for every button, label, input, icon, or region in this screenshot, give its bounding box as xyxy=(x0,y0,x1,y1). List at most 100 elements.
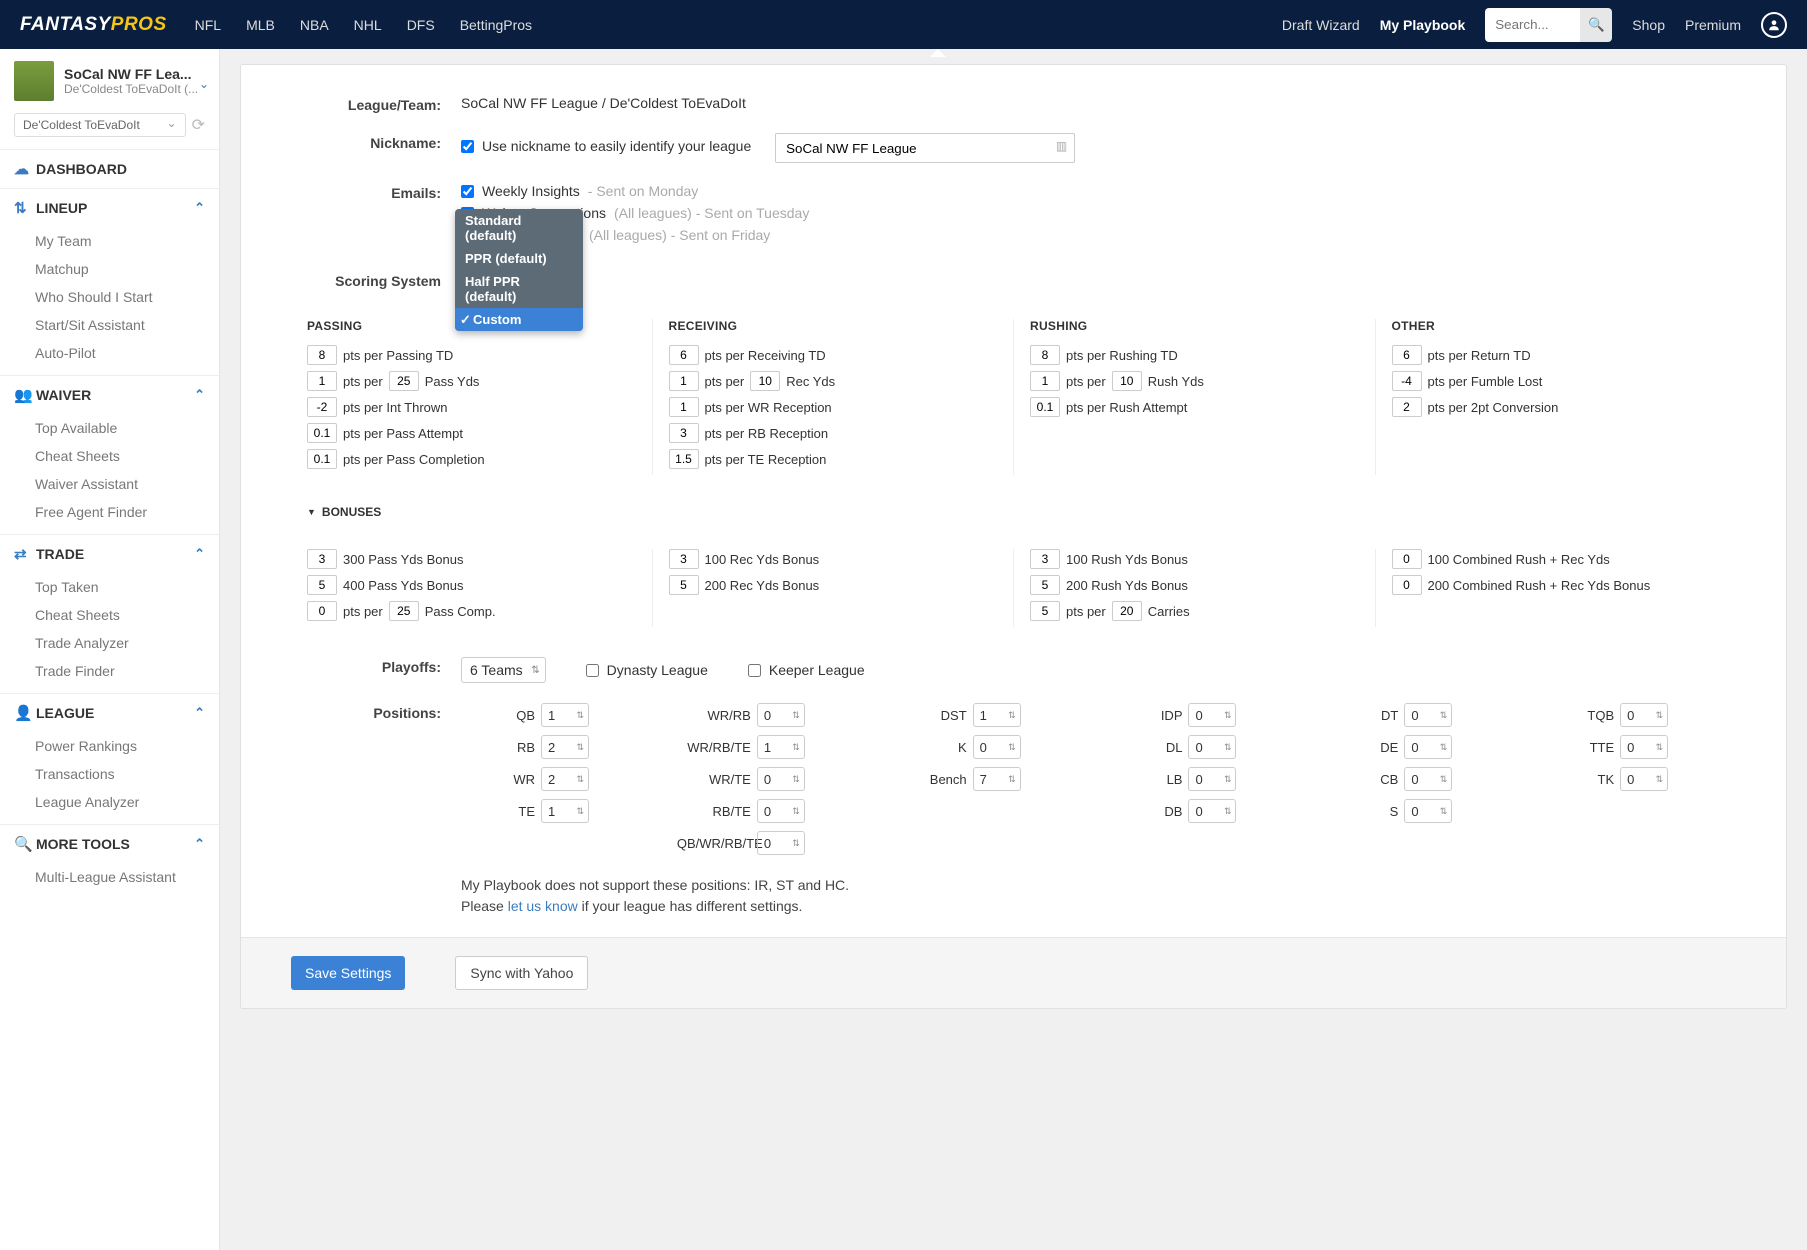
scoring-option-halfppr[interactable]: Half PPR (default) xyxy=(455,270,583,308)
pos-select-s[interactable]: 0 xyxy=(1404,799,1452,823)
team-select[interactable]: De'Coldest ToEvaDoIt xyxy=(14,113,186,137)
sidebar-trade-item-3[interactable]: Trade Finder xyxy=(0,657,219,685)
bonus-input[interactable] xyxy=(307,601,337,621)
scoring-option-standard[interactable]: Standard (default) xyxy=(455,209,583,247)
dynasty-chk[interactable] xyxy=(586,664,599,677)
refresh-icon[interactable]: ⟳ xyxy=(192,115,205,135)
nav-dfs[interactable]: DFS xyxy=(407,17,435,33)
pos-select-rb[interactable]: 2 xyxy=(541,735,589,759)
pos-select-wr-te[interactable]: 0 xyxy=(757,767,805,791)
pos-select-dt[interactable]: 0 xyxy=(1404,703,1452,727)
sidebar-lineup-item-3[interactable]: Start/Sit Assistant xyxy=(0,311,219,339)
sidebar-lineup-item-0[interactable]: My Team xyxy=(0,227,219,255)
pos-select-qb[interactable]: 1 xyxy=(541,703,589,727)
nickname-input[interactable] xyxy=(775,133,1075,163)
score-input[interactable] xyxy=(389,371,419,391)
pos-select-db[interactable]: 0 xyxy=(1188,799,1236,823)
nav-nhl[interactable]: NHL xyxy=(354,17,382,33)
pos-select-wr-rb[interactable]: 0 xyxy=(757,703,805,727)
sidebar-lineup-item-1[interactable]: Matchup xyxy=(0,255,219,283)
bonus-input[interactable] xyxy=(1392,575,1422,595)
score-input[interactable] xyxy=(669,371,699,391)
pos-select-qb-wr-rb-te[interactable]: 0 xyxy=(757,831,805,855)
score-input[interactable] xyxy=(307,345,337,365)
bonus-input[interactable] xyxy=(1030,601,1060,621)
score-input[interactable] xyxy=(307,397,337,417)
logo[interactable]: FANTASYPROS xyxy=(20,14,167,36)
bonus-input[interactable] xyxy=(1030,549,1060,569)
sidebar-lineup-header[interactable]: ⇅ LINEUP ⌃ xyxy=(0,189,219,227)
bonus-input[interactable] xyxy=(669,549,699,569)
nav-premium[interactable]: Premium xyxy=(1685,17,1741,33)
nav-nba[interactable]: NBA xyxy=(300,17,329,33)
search-button[interactable]: 🔍 xyxy=(1580,8,1612,42)
score-input[interactable] xyxy=(669,449,699,469)
score-input[interactable] xyxy=(307,371,337,391)
pos-select-wr[interactable]: 2 xyxy=(541,767,589,791)
pos-select-rb-te[interactable]: 0 xyxy=(757,799,805,823)
pos-select-de[interactable]: 0 xyxy=(1404,735,1452,759)
user-avatar[interactable] xyxy=(1761,12,1787,38)
sync-button[interactable]: Sync with Yahoo xyxy=(455,956,588,990)
keeper-chk[interactable] xyxy=(748,664,761,677)
pos-select-idp[interactable]: 0 xyxy=(1188,703,1236,727)
score-input[interactable] xyxy=(307,423,337,443)
pos-select-tte[interactable]: 0 xyxy=(1620,735,1668,759)
pos-select-k[interactable]: 0 xyxy=(973,735,1021,759)
score-input[interactable] xyxy=(669,423,699,443)
bonus-input[interactable] xyxy=(1392,549,1422,569)
nav-my-playbook[interactable]: My Playbook xyxy=(1380,17,1466,33)
bonus-input[interactable] xyxy=(669,575,699,595)
sidebar-league-item-0[interactable]: Power Rankings xyxy=(0,732,219,760)
score-input[interactable] xyxy=(669,345,699,365)
sidebar-waiver-item-1[interactable]: Cheat Sheets xyxy=(0,442,219,470)
pos-select-dl[interactable]: 0 xyxy=(1188,735,1236,759)
nickname-checkbox[interactable] xyxy=(461,140,474,153)
sidebar-waiver-item-0[interactable]: Top Available xyxy=(0,414,219,442)
bonus-input[interactable] xyxy=(389,601,419,621)
sidebar-dashboard[interactable]: ☁ DASHBOARD xyxy=(0,150,219,188)
playoffs-select[interactable]: 6 Teams xyxy=(461,657,546,683)
scoring-dropdown[interactable]: Standard (default) PPR (default) Half PP… xyxy=(455,209,583,331)
bonus-input[interactable] xyxy=(1112,601,1142,621)
pos-select-lb[interactable]: 0 xyxy=(1188,767,1236,791)
pos-select-tk[interactable]: 0 xyxy=(1620,767,1668,791)
sidebar-trade-item-1[interactable]: Cheat Sheets xyxy=(0,601,219,629)
score-input[interactable] xyxy=(1392,397,1422,417)
sidebar-league-header[interactable]: 👤 LEAGUE ⌃ xyxy=(0,694,219,732)
nav-mlb[interactable]: MLB xyxy=(246,17,275,33)
sidebar-trade-header[interactable]: ⇄ TRADE ⌃ xyxy=(0,535,219,573)
sidebar-waiver-item-3[interactable]: Free Agent Finder xyxy=(0,498,219,526)
pos-select-tqb[interactable]: 0 xyxy=(1620,703,1668,727)
score-input[interactable] xyxy=(1030,345,1060,365)
sidebar-waiver-item-2[interactable]: Waiver Assistant xyxy=(0,470,219,498)
score-input[interactable] xyxy=(1392,371,1422,391)
sidebar-trade-item-0[interactable]: Top Taken xyxy=(0,573,219,601)
sidebar-more-header[interactable]: 🔍 MORE TOOLS ⌃ xyxy=(0,825,219,863)
bonus-input[interactable] xyxy=(307,549,337,569)
nav-draft-wizard[interactable]: Draft Wizard xyxy=(1282,17,1360,33)
team-block[interactable]: SoCal NW FF Lea... De'Coldest ToEvaDoIt … xyxy=(0,49,219,113)
sidebar-lineup-item-4[interactable]: Auto-Pilot xyxy=(0,339,219,367)
pos-select-te[interactable]: 1 xyxy=(541,799,589,823)
let-us-know-link[interactable]: let us know xyxy=(508,898,578,914)
sidebar-more-item-0[interactable]: Multi-League Assistant xyxy=(0,863,219,891)
save-button[interactable]: Save Settings xyxy=(291,956,405,990)
scoring-option-ppr[interactable]: PPR (default) xyxy=(455,247,583,270)
search-input[interactable] xyxy=(1485,8,1580,42)
scoring-option-custom[interactable]: Custom xyxy=(455,308,583,331)
score-input[interactable] xyxy=(1030,371,1060,391)
bonus-input[interactable] xyxy=(307,575,337,595)
bonuses-header[interactable]: BONUSES xyxy=(307,505,1736,519)
sidebar-league-item-2[interactable]: League Analyzer xyxy=(0,788,219,816)
pos-select-bench[interactable]: 7 xyxy=(973,767,1021,791)
pos-select-dst[interactable]: 1 xyxy=(973,703,1021,727)
nav-bettingpros[interactable]: BettingPros xyxy=(460,17,532,33)
pos-select-cb[interactable]: 0 xyxy=(1404,767,1452,791)
nav-nfl[interactable]: NFL xyxy=(195,17,221,33)
nav-shop[interactable]: Shop xyxy=(1632,17,1665,33)
score-input[interactable] xyxy=(669,397,699,417)
sidebar-trade-item-2[interactable]: Trade Analyzer xyxy=(0,629,219,657)
weekly-insights-chk[interactable] xyxy=(461,185,474,198)
sidebar-league-item-1[interactable]: Transactions xyxy=(0,760,219,788)
